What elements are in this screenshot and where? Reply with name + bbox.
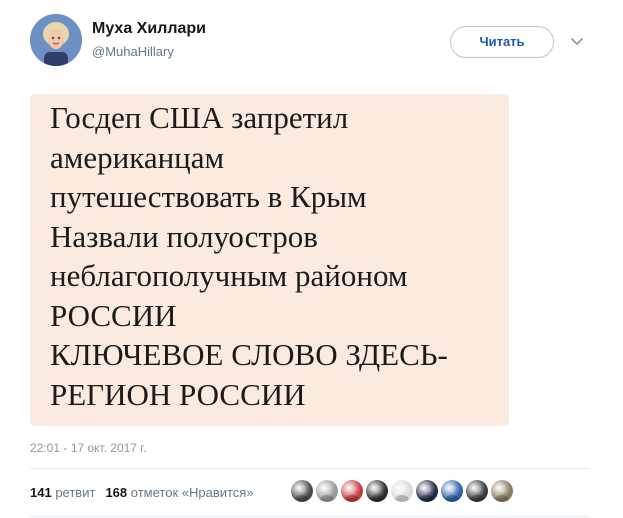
likers-avatar-list [291, 480, 516, 506]
liker-avatar-6[interactable] [416, 480, 438, 502]
liker-avatar-1[interactable] [291, 480, 313, 502]
tweet-text-line: Назвали полуостров [50, 218, 318, 254]
author-handle[interactable]: @MuhaHillary [92, 44, 174, 59]
follow-button[interactable]: Читать [450, 26, 554, 58]
divider [30, 468, 590, 469]
likes-stat[interactable]: 168 отметок «Нравится» [105, 485, 253, 500]
tweet-text-line: неблагополучным районом [50, 258, 408, 293]
liker-avatar-8[interactable] [466, 480, 488, 502]
liker-avatar-3[interactable] [341, 480, 363, 502]
tweet-text-line: РОССИИ [50, 297, 177, 333]
author-avatar[interactable] [30, 14, 82, 66]
retweets-stat[interactable]: 141 ретвит [30, 485, 95, 500]
author-name[interactable]: Муха Хиллари [92, 20, 206, 38]
liker-avatar-9[interactable] [491, 480, 513, 502]
tweet-text-line: американцам [50, 139, 225, 175]
tweet-text: Госдеп США запретил американцам путешест… [50, 98, 502, 414]
author-avatar-image [30, 14, 82, 66]
liker-avatar-5[interactable] [391, 480, 413, 502]
retweets-count: 141 [30, 485, 52, 500]
liker-avatar-2[interactable] [316, 480, 338, 502]
tweet-stats: 141 ретвит 168 отметок «Нравится» [30, 485, 254, 500]
tweet-text-line: Госдеп США запретил [50, 100, 349, 135]
likes-count: 168 [105, 485, 128, 500]
likes-label: отметок «Нравится» [130, 485, 254, 500]
liker-avatar-7[interactable] [441, 480, 463, 502]
retweets-label: ретвит [55, 485, 96, 500]
tweet-text-line: КЛЮЧЕВОЕ СЛОВО ЗДЕСЬ- [50, 337, 448, 372]
tweet-text-line: путешествовать в Крым [50, 179, 367, 214]
tweet-timestamp[interactable]: 22:01 - 17 окт. 2017 г. [30, 441, 147, 455]
tweet-text-line: РЕГИОН РОССИИ [50, 376, 306, 412]
chevron-down-icon[interactable] [570, 34, 584, 48]
divider [30, 516, 590, 517]
liker-avatar-4[interactable] [366, 480, 388, 502]
